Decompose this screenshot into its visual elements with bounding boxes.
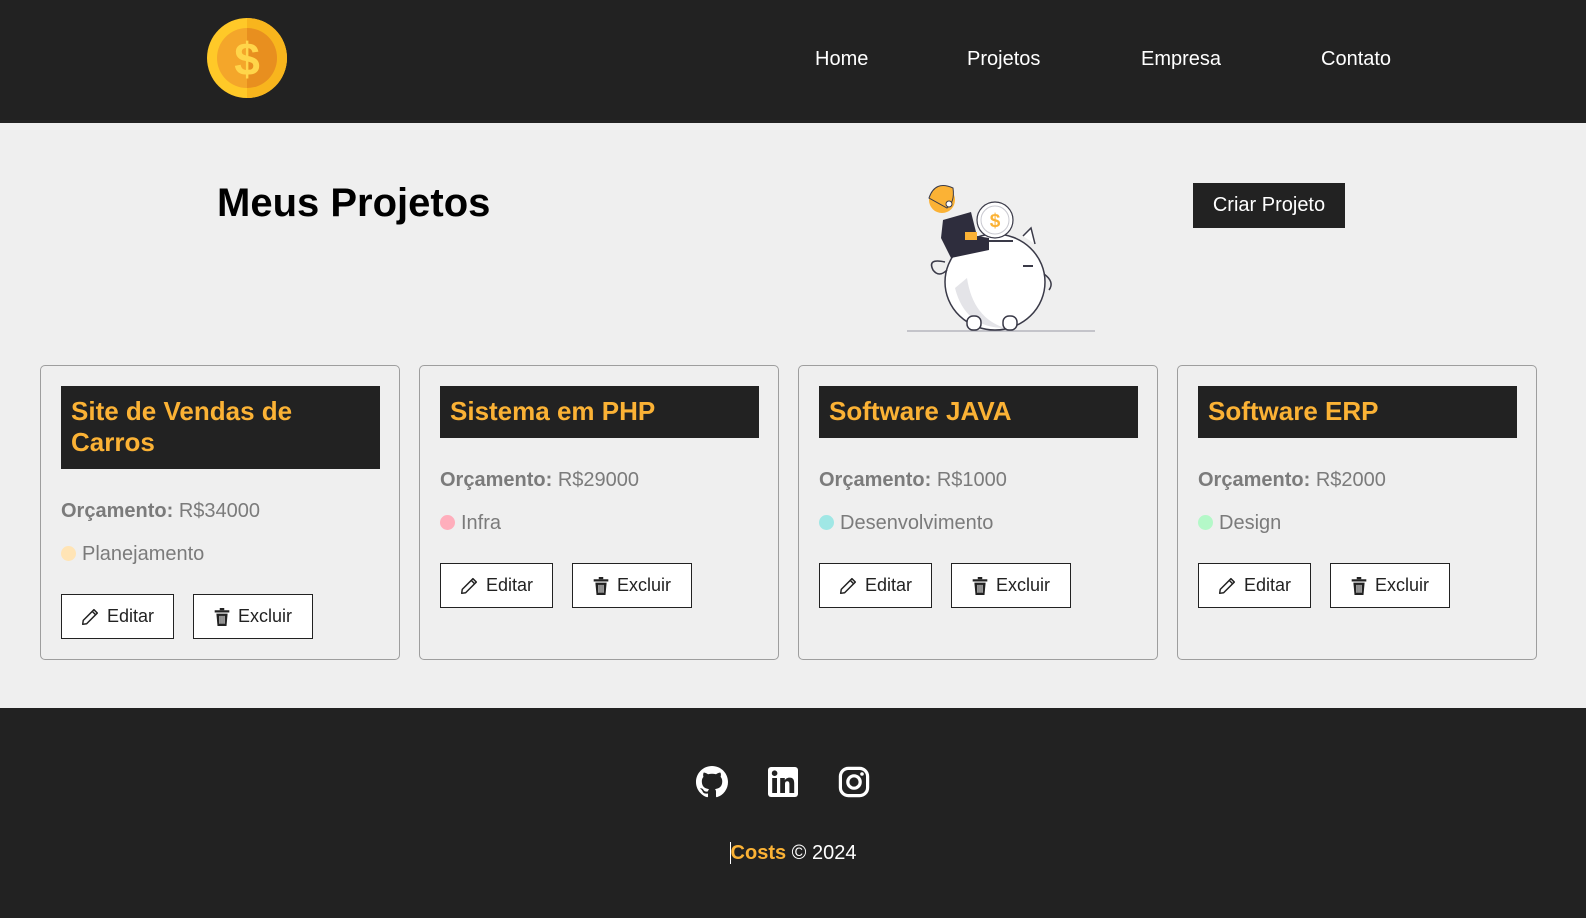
edit-label: Editar (864, 575, 913, 595)
category-dot (61, 546, 76, 561)
edit-label: Editar (485, 575, 534, 595)
category-label: Design (1219, 512, 1282, 534)
edit-button[interactable]: Editar (440, 563, 553, 608)
create-project-button[interactable]: Criar Projeto (1193, 183, 1345, 228)
project-category: Desenvolvimento (819, 511, 993, 535)
category-label: Planejamento (82, 543, 205, 565)
delete-label: Excluir (616, 575, 671, 595)
pencil-icon (460, 577, 478, 594)
edit-button[interactable]: Editar (819, 563, 932, 608)
project-budget: Orçamento: R$34000 (61, 499, 260, 523)
project-title: Software ERP (1198, 386, 1517, 438)
budget-label: Orçamento: (61, 500, 174, 522)
delete-button[interactable]: Excluir (193, 594, 313, 639)
delete-label: Excluir (995, 575, 1050, 595)
nav-link-empresa[interactable]: Empresa (1141, 47, 1221, 71)
pencil-icon (1218, 577, 1236, 594)
project-title: Sistema em PHP (440, 386, 759, 438)
category-label: Desenvolvimento (840, 512, 994, 534)
project-category: Design (1198, 511, 1281, 535)
budget-label: Orçamento: (440, 469, 553, 491)
edit-button[interactable]: Editar (1198, 563, 1311, 608)
trash-icon (593, 576, 609, 595)
copyright: Costs © 2024 (0, 841, 1586, 865)
trash-icon (214, 607, 230, 626)
project-category: Infra (440, 511, 501, 535)
project-title: Site de Vendas de Carros (61, 386, 380, 469)
edit-button[interactable]: Editar (61, 594, 174, 639)
nav-link-contato[interactable]: Contato (1321, 47, 1391, 71)
coin-logo-icon[interactable]: $ (206, 17, 288, 99)
project-card: Site de Vendas de Carros Orçamento: R$34… (40, 365, 400, 660)
budget-value: R$1000 (936, 469, 1007, 491)
edit-label: Editar (1243, 575, 1292, 595)
budget-value: R$2000 (1315, 469, 1386, 491)
piggy-bank-illustration: $ (907, 185, 1095, 332)
project-budget: Orçamento: R$29000 (440, 468, 639, 492)
nav-link-home[interactable]: Home (815, 47, 868, 71)
svg-text:$: $ (990, 211, 1001, 232)
delete-button[interactable]: Excluir (951, 563, 1071, 608)
page-title: Meus Projetos (217, 181, 491, 225)
category-dot (1198, 515, 1213, 530)
edit-label: Editar (106, 606, 155, 626)
project-budget: Orçamento: R$1000 (819, 468, 1007, 492)
delete-button[interactable]: Excluir (1330, 563, 1450, 608)
nav-link-projetos[interactable]: Projetos (967, 47, 1040, 71)
navbar: $ Home Projetos Empresa Contato (0, 0, 1586, 123)
budget-label: Orçamento: (1198, 469, 1311, 491)
project-title: Software JAVA (819, 386, 1138, 438)
category-label: Infra (461, 512, 502, 534)
svg-text:$: $ (234, 33, 260, 85)
budget-value: R$34000 (178, 500, 260, 522)
trash-icon (972, 576, 988, 595)
project-category: Planejamento (61, 542, 204, 566)
pencil-icon (81, 608, 99, 625)
brand-name: Costs (729, 842, 787, 864)
budget-label: Orçamento: (819, 469, 932, 491)
github-icon[interactable] (696, 766, 728, 798)
category-dot (440, 515, 455, 530)
linkedin-icon[interactable] (767, 766, 799, 798)
project-card: Software JAVA Orçamento: R$1000 Desenvol… (798, 365, 1158, 660)
project-card: Software ERP Orçamento: R$2000 Design Ed… (1177, 365, 1537, 660)
copyright-text: © 2024 (786, 842, 857, 864)
category-dot (819, 515, 834, 530)
budget-value: R$29000 (557, 469, 639, 491)
trash-icon (1351, 576, 1367, 595)
delete-label: Excluir (237, 606, 292, 626)
delete-label: Excluir (1374, 575, 1429, 595)
instagram-icon[interactable] (838, 766, 870, 798)
project-budget: Orçamento: R$2000 (1198, 468, 1386, 492)
delete-button[interactable]: Excluir (572, 563, 692, 608)
footer: Costs © 2024 (0, 708, 1586, 918)
project-card: Sistema em PHP Orçamento: R$29000 Infra … (419, 365, 779, 660)
pencil-icon (839, 577, 857, 594)
